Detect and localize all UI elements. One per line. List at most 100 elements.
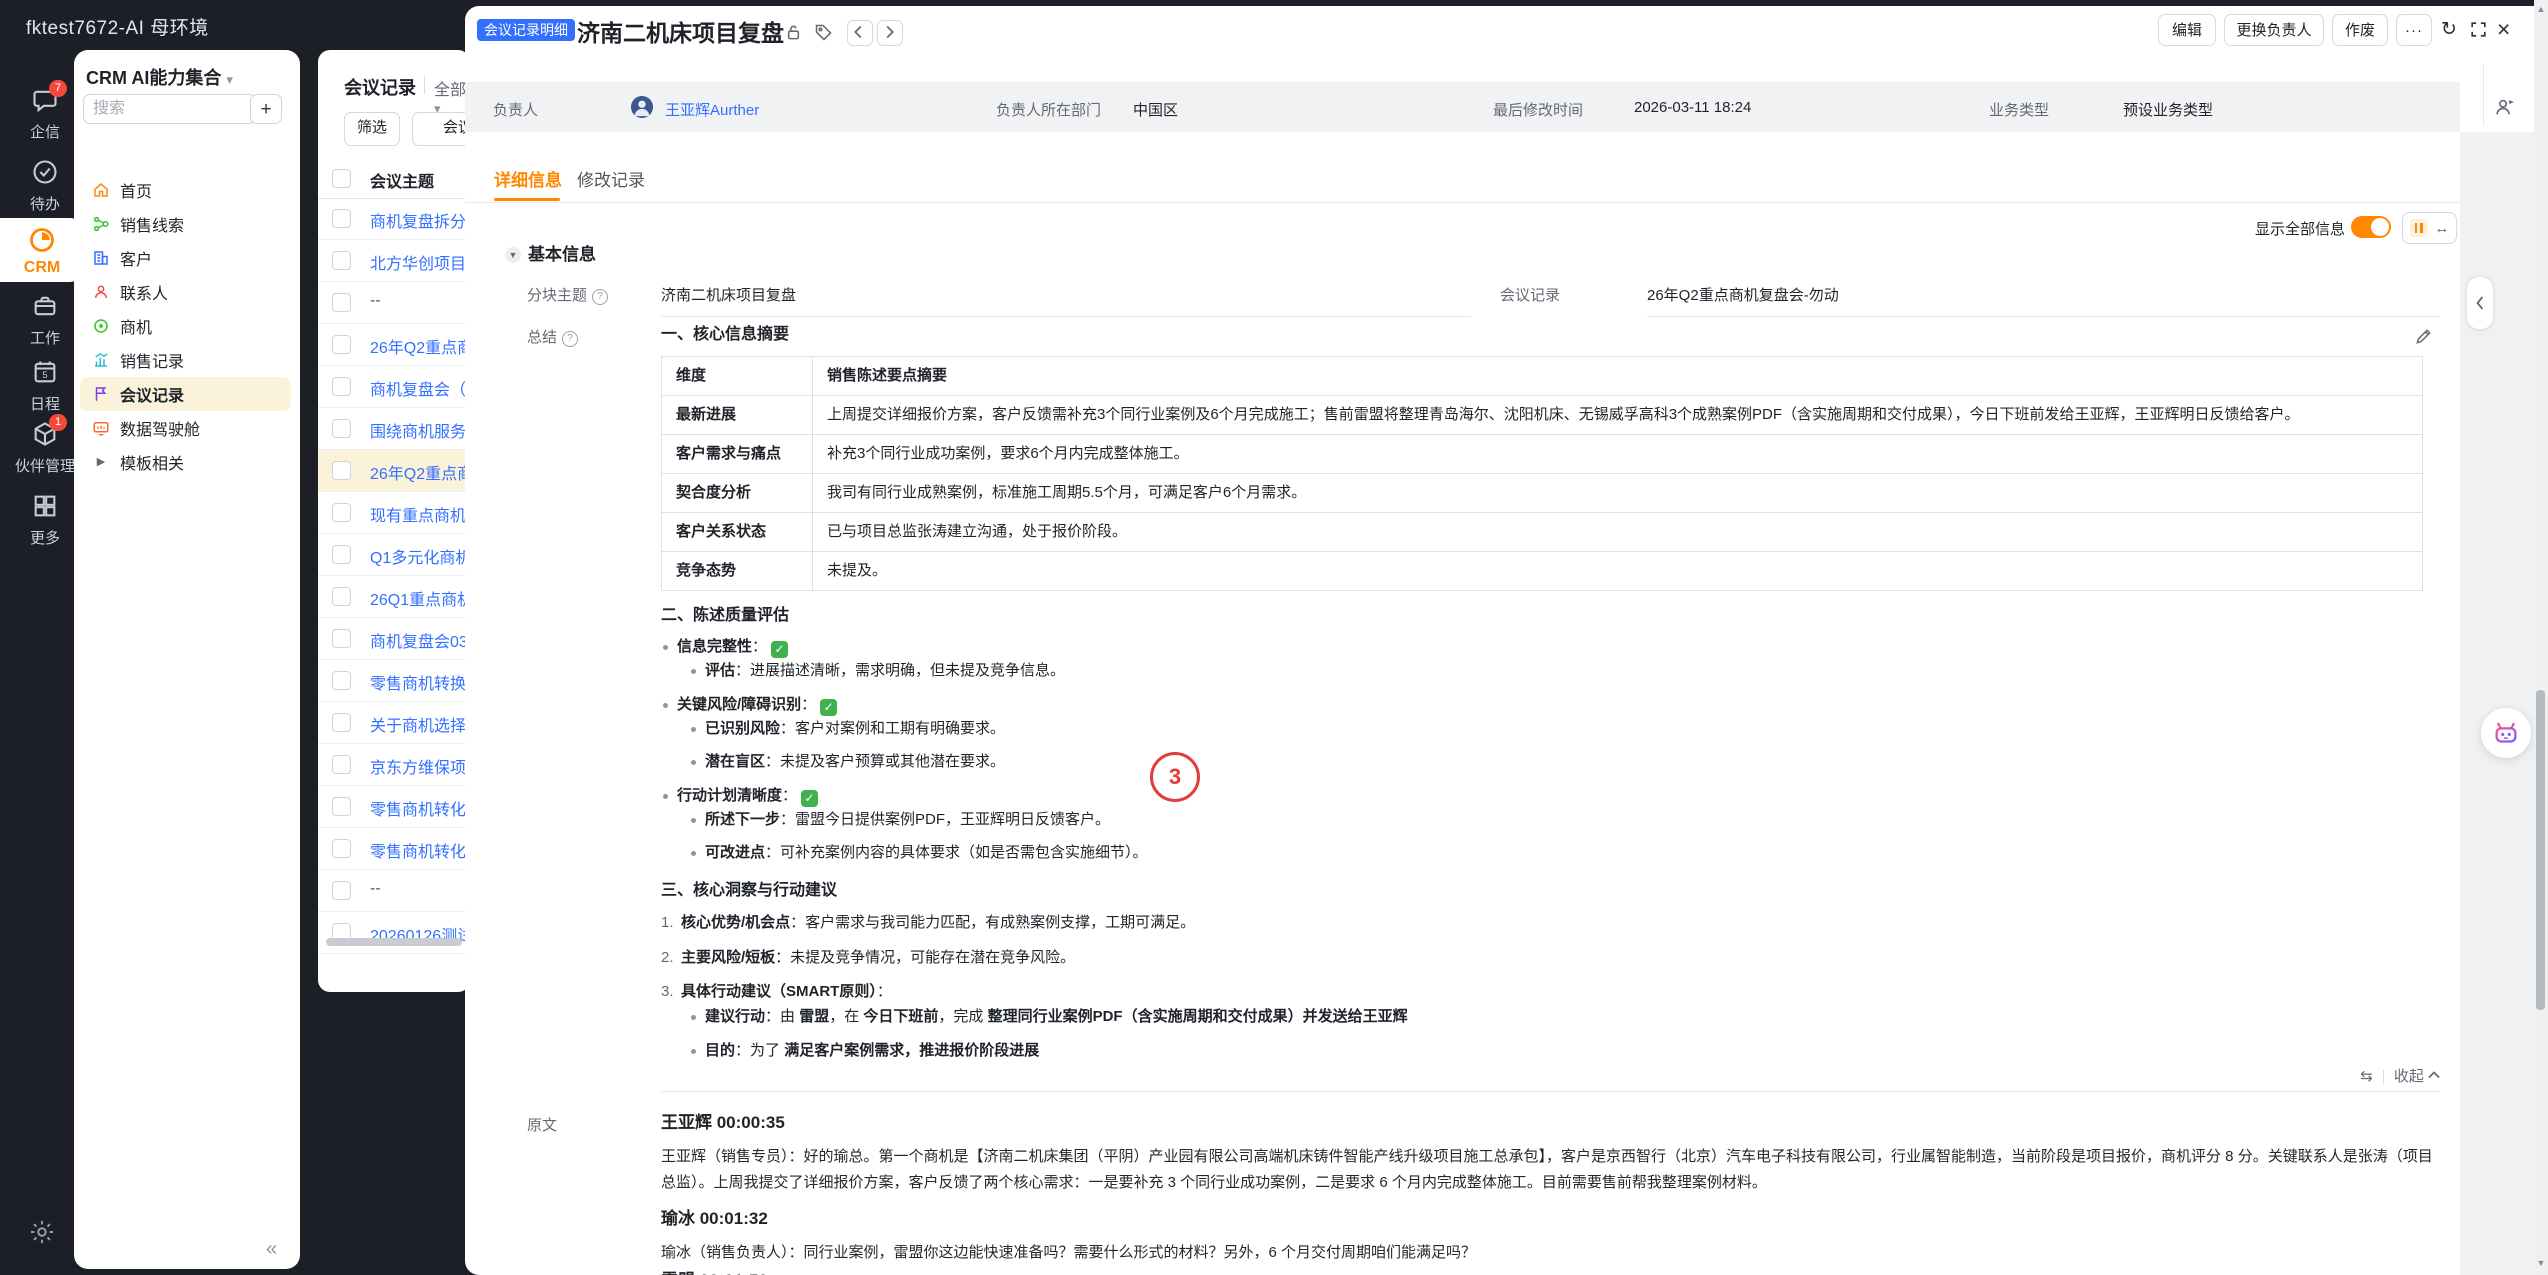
table-row[interactable]: 26年Q2重点商机复盘 [318,324,470,366]
ai-assistant-button[interactable] [2481,708,2531,758]
next-record-button[interactable] [877,20,903,46]
row-checkbox[interactable] [332,587,351,606]
table-row[interactable]: 现有重点商机进展 [318,492,470,534]
row-checkbox[interactable] [332,377,351,396]
field-chip-meeting-topic[interactable]: 会议主题 [412,112,470,146]
help-icon[interactable]: ? [592,289,608,305]
show-all-label: 显示全部信息 [2205,218,2345,239]
filter-button[interactable]: 筛选 [344,112,400,146]
row-checkbox[interactable] [332,209,351,228]
menu-item-dashboard[interactable]: 数据驾驶舱 [80,411,291,445]
tab-detail-info[interactable]: 详细信息 [494,166,562,191]
edit-pencil-icon[interactable] [2414,326,2434,346]
meeting-list-panel: 会议记录 全部 ▾ 筛选 会议主题 会议主题 商机复盘拆分会议 北方华创项目问题… [318,50,470,992]
scrollbar-thumb[interactable] [2536,690,2545,1010]
collapse-button[interactable]: 收起 [2394,1065,2440,1089]
table-row[interactable]: 关于商机选择与评估 [318,702,470,744]
meeting-detail-panel: 会议记录明细 济南二机床项目复盘 编辑 更换负责人 作废 ··· ↻ × 负责人… [465,6,2534,1275]
menu-item-opportunities[interactable]: 商机 [80,309,291,343]
table-row[interactable]: -- [318,282,470,324]
check-icon: ✓ [820,699,837,716]
refresh-icon[interactable]: ↻ [2441,18,2457,41]
prev-record-button[interactable] [847,20,873,46]
void-button[interactable]: 作废 [2332,14,2388,46]
insight-item: 2.主要风险/短板：未提及竞争情况，可能存在潜在竞争风险。 [661,946,2440,970]
grid-icon [31,492,59,520]
table-row[interactable]: 零售商机转化档案 [318,786,470,828]
table-row[interactable]: 商机复盘会0305 [318,618,470,660]
menu-item-leads[interactable]: 销售线索 [80,207,291,241]
row-checkbox[interactable] [332,461,351,480]
row-checkbox[interactable] [332,839,351,858]
table-row[interactable]: -- [318,870,470,912]
swap-icon[interactable]: ⇆ [2360,1065,2373,1089]
help-icon[interactable]: ? [562,331,578,347]
table-row[interactable]: 26Q1重点商机复盘 [318,576,470,618]
settings-gear-icon[interactable] [28,1218,56,1246]
table-row[interactable]: 围绕商机服务商讨论 [318,408,470,450]
menu-item-contacts[interactable]: 联系人 [80,275,291,309]
more-button[interactable]: ··· [2396,14,2432,46]
panel-collapse-icon[interactable]: « [266,1238,277,1261]
contacts-icon[interactable] [2493,96,2515,118]
layout-switch-group[interactable]: ↔ [2402,212,2457,244]
tab-change-log[interactable]: 修改记录 [577,166,645,191]
row-checkbox[interactable] [332,713,351,732]
quality-sub-item: 潜在盲区：未提及客户预算或其他潜在要求。 [661,750,2440,774]
expand-icon[interactable] [2469,20,2488,39]
row-checkbox[interactable] [332,755,351,774]
menu-item-templates[interactable]: ▶ 模板相关 [80,445,291,479]
field-meeting-link[interactable]: 26年Q2重点商机复盘会-勿动 [1647,284,1839,305]
table-row[interactable]: 零售商机转化档案 [318,828,470,870]
menu-item-customers[interactable]: 客户 [80,241,291,275]
biz-type-value: 预设业务类型 [2123,99,2213,120]
row-checkbox[interactable] [332,797,351,816]
section-basic-info[interactable]: ▼基本信息 [505,240,596,265]
row-checkbox[interactable] [332,335,351,354]
row-checkbox[interactable] [332,881,351,900]
triangle-right-icon: ▶ [92,453,110,471]
owner-link[interactable]: 王亚辉Aurther [665,99,759,120]
crm-panel-title[interactable]: CRM AI能力集合 ▾ [86,64,233,90]
table-row[interactable]: 京东方维保项目复盘 [318,744,470,786]
show-all-toggle[interactable] [2351,216,2391,238]
menu-item-sales-records[interactable]: 销售记录 [80,343,291,377]
row-checkbox[interactable] [332,251,351,270]
table-row[interactable]: 商机复盘拆分会议 [318,198,470,240]
table-row[interactable]: 零售商机转换会议 [318,660,470,702]
sidebar-collapse-handle[interactable] [2466,276,2494,330]
field-topic-value[interactable]: 济南二机床项目复盘 [661,284,796,305]
table-row[interactable]: 商机复盘会（客户） [318,366,470,408]
change-owner-button[interactable]: 更换负责人 [2224,14,2324,46]
row-checkbox[interactable] [332,545,351,564]
menu-item-home[interactable]: 首页 [80,173,291,207]
scroll-down-icon[interactable]: ▼ [2534,1258,2548,1268]
arrows-horizontal-icon[interactable]: ↔ [2434,220,2449,237]
person-icon [92,283,110,301]
row-checkbox[interactable] [332,503,351,522]
table-row-selected[interactable]: 26年Q2重点商机复盘会 [318,450,470,492]
lock-icon[interactable] [783,22,805,44]
record-info-bar: 负责人 王亚辉Aurther 负责人所在部门 中国区 最后修改时间 2026-0… [465,82,2460,132]
row-checkbox[interactable] [332,419,351,438]
search-input[interactable] [83,94,256,124]
table-row[interactable]: 20260126测试会议 [318,912,470,954]
add-button[interactable]: + [250,94,282,124]
dock-item-crm-active[interactable]: CRM [0,218,84,282]
columns-icon[interactable] [2410,219,2428,237]
close-icon[interactable]: × [2497,16,2510,43]
collapse-caret-icon[interactable]: ▼ [505,247,521,263]
horizontal-scrollbar[interactable] [326,938,462,946]
scroll-up-icon[interactable]: ▲ [2534,4,2548,14]
row-checkbox[interactable] [332,671,351,690]
row-checkbox[interactable] [332,629,351,648]
table-row[interactable]: Q1多元化商机分析 [318,534,470,576]
window-scrollbar[interactable]: ▲ ▼ [2534,0,2548,1275]
list-header-row: 会议主题 [318,158,470,199]
row-checkbox[interactable] [332,293,351,312]
select-all-checkbox[interactable] [332,169,351,188]
table-row[interactable]: 北方华创项目问题沟通 [318,240,470,282]
tag-icon[interactable] [813,22,835,44]
menu-item-meeting-records[interactable]: 会议记录 [80,377,291,411]
edit-button[interactable]: 编辑 [2158,14,2216,46]
